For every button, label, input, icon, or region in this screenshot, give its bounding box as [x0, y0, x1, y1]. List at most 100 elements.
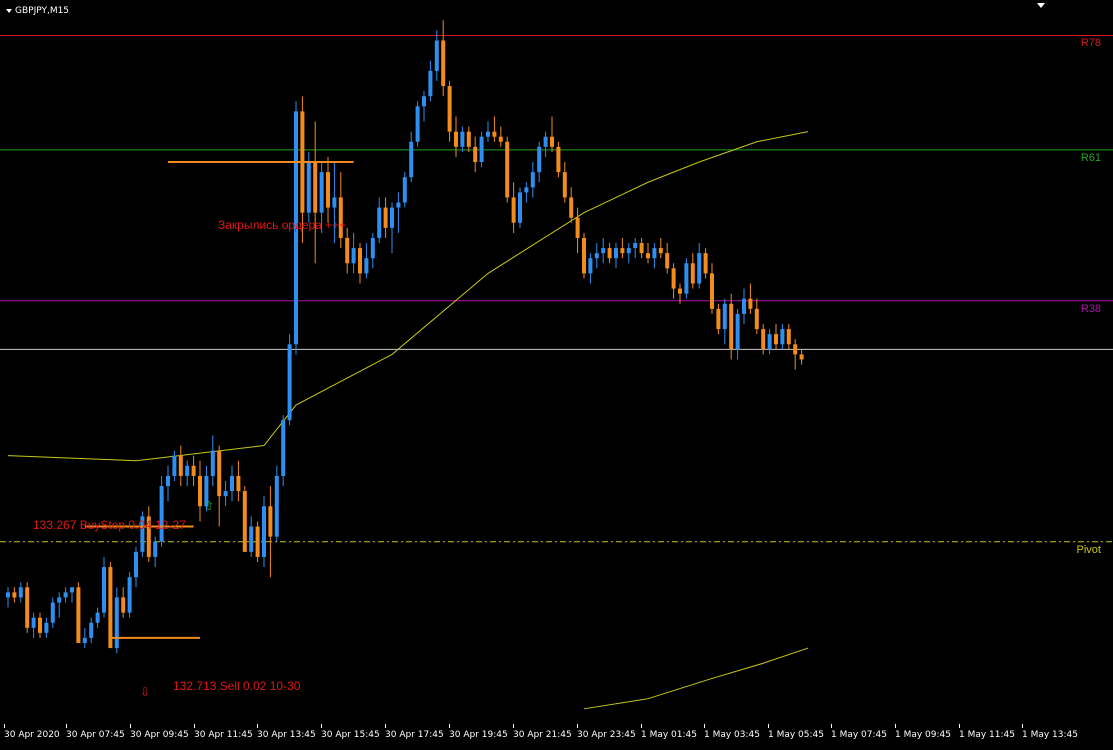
- time-label: 30 Apr 23:45: [577, 730, 636, 740]
- candle-body: [569, 197, 574, 218]
- candle-body: [524, 187, 529, 193]
- candle-body: [678, 288, 682, 294]
- candle-body: [428, 70, 433, 97]
- candle-body: [364, 258, 369, 274]
- candle-body: [345, 237, 350, 264]
- candle-body: [665, 253, 670, 269]
- candle-body: [562, 172, 567, 198]
- time-label: 1 May 13:45: [1022, 730, 1078, 740]
- candle-body: [697, 253, 702, 284]
- time-label: 30 Apr 21:45: [513, 730, 572, 740]
- candle-body: [242, 491, 247, 552]
- chart-shift-marker-icon[interactable]: [1037, 3, 1045, 8]
- candle-body: [671, 268, 676, 289]
- candle-body: [166, 475, 170, 487]
- candle-body: [454, 131, 458, 147]
- candle-body: [486, 131, 490, 137]
- time-tick: [66, 724, 67, 728]
- price-plot[interactable]: [0, 0, 1113, 724]
- candle-body: [582, 237, 586, 274]
- candle-body: [754, 308, 759, 330]
- candle-body: [793, 344, 798, 355]
- candle-body: [716, 308, 721, 330]
- candle-body: [684, 263, 689, 294]
- candle-body: [63, 592, 68, 598]
- symbol-title[interactable]: GBPJPY,M15: [6, 6, 69, 16]
- candle-body: [466, 131, 471, 147]
- candle-body: [332, 197, 337, 208]
- time-label: 1 May 07:45: [831, 730, 887, 740]
- time-tick: [385, 724, 386, 728]
- candle-body: [530, 172, 535, 188]
- candle-body: [172, 455, 177, 476]
- time-tick: [959, 724, 960, 728]
- candle-body: [70, 587, 74, 593]
- candle-body: [786, 329, 791, 345]
- candle-body: [306, 162, 311, 213]
- candle-body: [326, 172, 330, 208]
- candle-body: [287, 344, 292, 421]
- time-tick: [641, 724, 642, 728]
- time-label: 30 Apr 11:45: [194, 730, 253, 740]
- candle-body: [44, 622, 49, 633]
- time-label: 30 Apr 09:45: [130, 730, 189, 740]
- candle-body: [441, 40, 446, 87]
- candle-body: [460, 131, 465, 147]
- level-label-r38: R38: [1080, 302, 1101, 315]
- candle-body: [422, 96, 426, 107]
- time-label: 1 May 03:45: [704, 730, 760, 740]
- time-label: 1 May 01:45: [641, 730, 697, 740]
- candle-body: [652, 248, 657, 259]
- moving-average-line-1: [7, 131, 809, 462]
- candle-body: [626, 248, 631, 254]
- candle-body: [159, 486, 164, 542]
- candle-body: [153, 541, 158, 557]
- time-tick: [895, 724, 896, 728]
- time-label: 1 May 11:45: [959, 730, 1015, 740]
- candle-body: [601, 248, 606, 254]
- time-tick: [321, 724, 322, 728]
- candle-body: [191, 465, 196, 476]
- candle-body: [767, 334, 772, 350]
- time-tick: [577, 724, 578, 728]
- candle-body: [658, 248, 663, 254]
- time-tick: [1022, 724, 1023, 728]
- candle-body: [710, 273, 714, 309]
- candle-body: [351, 248, 356, 264]
- candle-body: [76, 587, 81, 643]
- candle-body: [249, 526, 254, 552]
- candle-body: [543, 136, 548, 147]
- sell-annotation: 132.713 Sell 0.02 10-30: [173, 679, 301, 693]
- candle-body: [492, 131, 497, 137]
- time-label: 30 Apr 07:45: [66, 730, 125, 740]
- candle-body: [537, 146, 542, 173]
- time-tick: [4, 724, 5, 728]
- candle-body: [121, 597, 126, 613]
- collapse-triangle-icon[interactable]: [6, 9, 12, 13]
- candle-body: [313, 162, 318, 213]
- candle-body: [780, 329, 785, 345]
- level-label-r78: R78: [1080, 37, 1101, 50]
- candle-body: [518, 192, 522, 223]
- candle-body: [255, 526, 260, 557]
- level-label-pivot: Pivot: [1076, 543, 1101, 556]
- chart-window[interactable]: GBPJPY,M15 R78 R61 R38 Pivot Закрылись орде…: [0, 0, 1113, 750]
- candle-body: [236, 475, 241, 492]
- candle-body: [6, 592, 10, 598]
- candle-body: [127, 577, 132, 613]
- candle-body: [703, 253, 708, 274]
- candle-body: [498, 136, 503, 142]
- candle-body: [799, 354, 804, 360]
- candle-body: [268, 506, 273, 537]
- time-label: 1 May 09:45: [895, 730, 951, 740]
- time-label: 1 May 05:45: [768, 730, 824, 740]
- time-tick: [449, 724, 450, 728]
- time-axis: 30 Apr 2020 30 Apr 07:45 30 Apr 09:45 30 Ap…: [0, 724, 1113, 750]
- candle-body: [722, 303, 727, 330]
- candle-body: [402, 177, 407, 203]
- candle-body: [633, 243, 638, 249]
- candle-body: [134, 551, 138, 578]
- candle-body: [114, 597, 119, 649]
- candle-body: [690, 263, 695, 284]
- candle-body: [217, 450, 222, 497]
